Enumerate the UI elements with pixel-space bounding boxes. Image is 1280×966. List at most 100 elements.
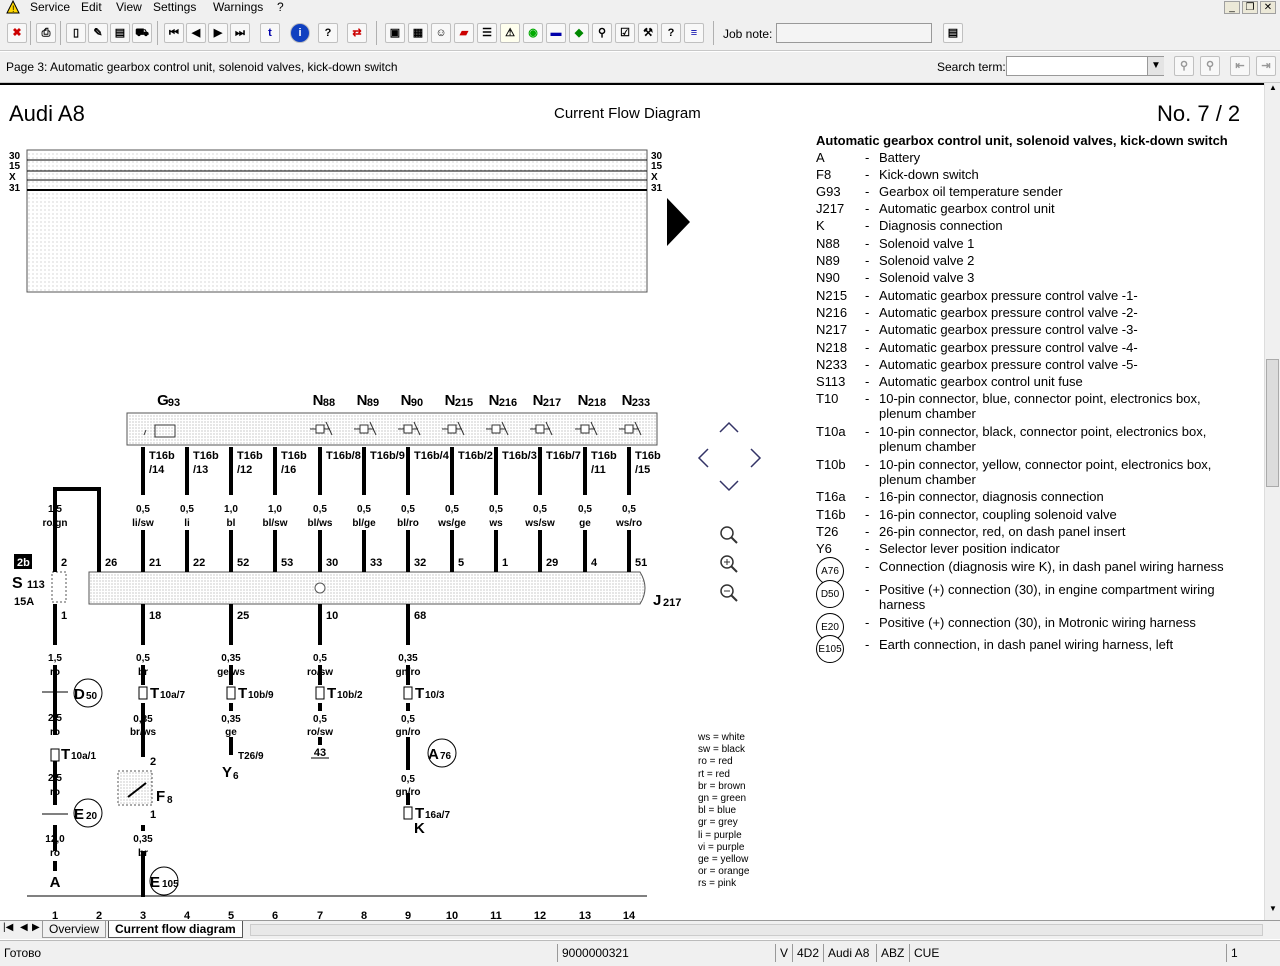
tools-icon[interactable]: ⚒ (638, 23, 658, 43)
warning-icon[interactable]: ⚠ (500, 23, 520, 43)
status-v: V (775, 944, 793, 962)
component-sub-label: 88 (323, 397, 335, 409)
wire-label: 0,5 (136, 504, 150, 515)
exit-icon[interactable]: ✖ (7, 23, 27, 43)
component-label: N (401, 392, 412, 409)
search-last-icon[interactable]: ⇥ (1256, 56, 1276, 76)
minimize-icon[interactable]: _ (1224, 1, 1240, 14)
tab-prev-icon[interactable]: ◀ (20, 922, 28, 933)
wire-label: li/sw (132, 518, 154, 529)
legend-description: Automatic gearbox pressure control valve… (879, 357, 1138, 372)
legend-dash: - (865, 253, 870, 268)
horizontal-scrollbar[interactable] (250, 924, 1263, 936)
up-level-icon[interactable]: t (260, 23, 280, 43)
legend-description: Solenoid valve 3 (879, 270, 975, 285)
edit-doc-icon[interactable]: ✎ (88, 23, 108, 43)
checklist-icon[interactable]: ☑ (615, 23, 635, 43)
legend-dash: - (865, 489, 870, 504)
close-icon[interactable]: ✕ (1260, 1, 1276, 14)
search-find-icon[interactable]: ⚲ (1174, 56, 1194, 76)
help-icon[interactable]: ? (318, 23, 338, 43)
zoom-in-button[interactable] (717, 552, 741, 576)
globe-icon[interactable]: ◉ (523, 23, 543, 43)
scroll-down-icon[interactable]: ▼ (1267, 904, 1279, 918)
list-icon[interactable]: ☰ (477, 23, 497, 43)
connection-label: D (74, 686, 85, 703)
zoom-out-button[interactable] (717, 581, 741, 605)
tab-overview[interactable]: Overview (42, 921, 107, 938)
new-page-icon[interactable]: ▯ (66, 23, 86, 43)
last-page-icon[interactable]: ⏭ (230, 23, 250, 43)
wire-label: br (138, 848, 148, 859)
car-search-icon[interactable]: ⚲ (592, 23, 612, 43)
prev-page-icon[interactable]: ◀ (186, 23, 206, 43)
manual-icon[interactable]: ▰ (454, 23, 474, 43)
component-sub-label: 93 (168, 397, 180, 409)
wire-label: ro (50, 848, 60, 859)
search-prev-icon[interactable]: ⇤ (1230, 56, 1250, 76)
status-bar: Готово 9000000321 V 4D2 Audi A8 ABZ CUE … (0, 940, 1280, 966)
first-page-icon[interactable]: ⏮ (164, 23, 184, 43)
tab-first-icon[interactable]: |◀ (3, 922, 13, 933)
legend-code: J217 (816, 201, 845, 216)
fuse-box (51, 571, 67, 603)
info-icon[interactable]: i (290, 23, 310, 43)
wire-label: bl/ws (307, 518, 332, 529)
calc-icon[interactable]: ▦ (408, 23, 428, 43)
pan-down-button[interactable] (717, 475, 741, 495)
save-icon[interactable]: ▬ (546, 23, 566, 43)
component-sub-label: 218 (588, 397, 606, 409)
status-code: 4D2 (792, 944, 822, 962)
menu-settings[interactable]: Settings (153, 0, 196, 15)
car-icon[interactable]: ⛟ (132, 23, 152, 43)
menu-help[interactable]: ? (277, 0, 284, 15)
wire-label: ge (225, 727, 237, 738)
job-note-input[interactable] (776, 23, 932, 43)
restore-icon[interactable]: ❐ (1242, 1, 1258, 14)
scroll-up-icon[interactable]: ▲ (1267, 83, 1279, 97)
pin-number: 52 (237, 557, 249, 569)
switch-icon[interactable]: ⇄ (347, 23, 367, 43)
wire-label: 0,5 (313, 653, 327, 664)
legend-description: Gearbox oil temperature sender (879, 184, 1063, 199)
wire-label: br/ws (130, 727, 157, 738)
pin-number: 1 (150, 809, 156, 821)
next-page-icon[interactable]: ▶ (208, 23, 228, 43)
note-edit-icon[interactable]: ▤ (943, 23, 963, 43)
search-input[interactable] (1006, 56, 1164, 76)
vertical-scrollbar[interactable]: ▲ ▼ (1264, 83, 1280, 920)
wire-label: 1,5 (48, 504, 62, 515)
green-book-icon[interactable]: ◆ (569, 23, 589, 43)
flag-icon[interactable]: ≡ (684, 23, 704, 43)
question-doc-icon[interactable]: ? (661, 23, 681, 43)
scroll-thumb[interactable] (1266, 359, 1279, 487)
connector-label: T (238, 685, 247, 702)
legend-dash: - (865, 457, 870, 472)
menu-service[interactable]: Service (30, 0, 70, 15)
wire-label: 1,5 (48, 653, 62, 664)
connector-label: T16b/3 (502, 450, 537, 462)
legend-dash: - (865, 340, 870, 355)
menu-edit[interactable]: Edit (81, 0, 102, 15)
pan-left-button[interactable] (695, 447, 713, 471)
search-next-icon[interactable]: ⚲ (1200, 56, 1220, 76)
legend-code: T16b (816, 507, 846, 522)
legend-code: N90 (816, 270, 840, 285)
document-icon[interactable]: ▤ (110, 23, 130, 43)
book-icon[interactable]: ▣ (385, 23, 405, 43)
legend-code: N233 (816, 357, 848, 372)
menu-warnings[interactable]: Warnings (213, 0, 263, 15)
legend-dash: - (865, 524, 870, 539)
svg-text:!: ! (12, 4, 15, 14)
person-icon[interactable]: ☺ (431, 23, 451, 43)
pan-up-button[interactable] (717, 417, 741, 437)
tab-current-flow-diagram[interactable]: Current flow diagram (108, 921, 243, 938)
zoom-fit-button[interactable] (717, 523, 741, 547)
search-dropdown-icon[interactable]: ▼ (1147, 57, 1164, 75)
menu-view[interactable]: View (116, 0, 142, 15)
tab-next-icon[interactable]: ▶ (32, 922, 40, 933)
connection-label: E (74, 806, 84, 823)
connector-label: T16b/7 (546, 450, 581, 462)
print-icon[interactable]: ⎙ (36, 23, 56, 43)
pan-right-button[interactable] (747, 447, 765, 471)
